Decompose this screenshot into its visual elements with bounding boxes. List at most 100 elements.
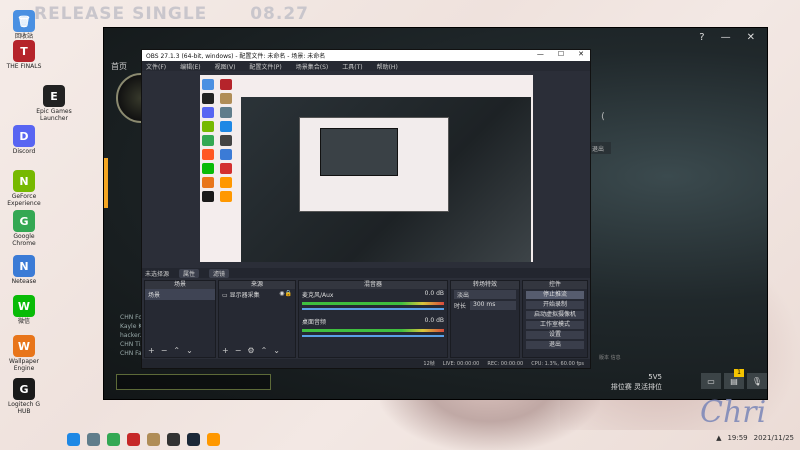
close-icon[interactable]: ✕ bbox=[747, 32, 755, 43]
notification-badge: 1 bbox=[734, 369, 744, 377]
desktop-icon[interactable]: D Discord bbox=[4, 125, 44, 156]
game-icon[interactable] bbox=[127, 433, 140, 446]
app-icon: 🗑 bbox=[13, 10, 35, 32]
transitions-dock: 转场特效 淡出 时长 300 ms bbox=[450, 280, 520, 358]
mixer-channel: 麦克风/Aux 0.0 dB bbox=[299, 289, 447, 300]
network-icon[interactable]: ▲ bbox=[716, 434, 721, 442]
remove-icon[interactable]: − bbox=[161, 346, 168, 355]
windows-start-icon[interactable] bbox=[67, 433, 80, 446]
menu-edit[interactable]: 编辑(E) bbox=[180, 62, 200, 71]
obs-preview-canvas[interactable] bbox=[200, 75, 533, 262]
obs-statusbar: 12帧 LIVE: 00:00:00 REC: 00:00:00 CPU: 1.… bbox=[142, 359, 590, 368]
menu-scene-collection[interactable]: 场景集合(S) bbox=[296, 62, 329, 71]
tray-date[interactable]: 2021/11/25 bbox=[754, 434, 794, 442]
studio-mode-button[interactable]: 工作室模式 bbox=[526, 321, 584, 329]
league-icon[interactable] bbox=[147, 433, 160, 446]
app-icon: G bbox=[13, 210, 35, 232]
add-icon[interactable]: + bbox=[222, 346, 229, 355]
desktop-icon[interactable]: W 微信 bbox=[4, 295, 44, 326]
volume-meter bbox=[302, 329, 444, 332]
desktop-icon[interactable]: G Google Chrome bbox=[4, 210, 44, 247]
up-icon[interactable]: ⌃ bbox=[261, 346, 268, 355]
voice-button[interactable]: 🎙 bbox=[747, 373, 767, 389]
desktop-icon[interactable]: N GeForce Experience bbox=[4, 170, 44, 207]
menu-view[interactable]: 视图(V) bbox=[215, 62, 236, 71]
desktop-icon[interactable]: N Netease bbox=[4, 255, 44, 286]
chat-button[interactable]: ▭ bbox=[701, 373, 721, 389]
desktop-icon[interactable]: T THE FINALS bbox=[4, 40, 44, 71]
transition-type-row: 淡出 bbox=[451, 289, 519, 300]
menu-help[interactable]: 帮助(H) bbox=[377, 62, 398, 71]
minimize-icon[interactable]: — bbox=[537, 50, 544, 58]
scenes-dock: 场景 场景 + − ⌃ ⌄ bbox=[144, 280, 216, 358]
gear-icon[interactable]: ⚙ bbox=[247, 346, 254, 355]
banner-title: RELEASE SINGLE bbox=[34, 4, 208, 24]
filters-button[interactable]: 滤镜 bbox=[209, 268, 230, 278]
source-item[interactable]: ▭ 显示器采集 ◉🔒 bbox=[219, 289, 295, 300]
app-icon[interactable] bbox=[207, 433, 220, 446]
duration-row: 时长 300 ms bbox=[451, 300, 519, 311]
game-footer-text: 版本 信息 bbox=[599, 355, 621, 361]
up-icon[interactable]: ⌃ bbox=[173, 346, 180, 355]
down-icon[interactable]: ⌄ bbox=[186, 346, 193, 355]
down-icon[interactable]: ⌄ bbox=[273, 346, 280, 355]
transition-select[interactable]: 淡出 bbox=[454, 290, 516, 299]
start-recording-button[interactable]: 开始录制 bbox=[526, 301, 584, 309]
maximize-icon[interactable]: ☐ bbox=[558, 50, 564, 58]
volume-slider[interactable] bbox=[302, 308, 444, 310]
remove-icon[interactable]: − bbox=[235, 346, 242, 355]
minimize-icon[interactable]: — bbox=[721, 32, 731, 43]
obs-window[interactable]: OBS 27.1.3 (64-bit, windows) - 配置文件: 未命名… bbox=[141, 49, 591, 369]
app-icon: E bbox=[43, 85, 65, 107]
game-nav-indicator bbox=[104, 158, 108, 208]
desktop-icon[interactable]: 🗑 回收站 bbox=[4, 10, 44, 41]
app-icon: N bbox=[13, 255, 35, 277]
wallpaper-signature: Chri bbox=[700, 395, 767, 430]
search-icon[interactable] bbox=[87, 433, 100, 446]
rec-timer: REC: 00:00:00 bbox=[487, 360, 524, 367]
stop-streaming-button[interactable]: 停止推流 bbox=[526, 291, 584, 299]
obs-icon[interactable] bbox=[167, 433, 180, 446]
obs-source-toolbar: 未选择源 属性 滤镜 bbox=[142, 268, 590, 278]
system-tray: ▲ 19:59 2021/11/25 bbox=[716, 434, 794, 442]
properties-button[interactable]: 属性 bbox=[179, 268, 200, 278]
desktop-icon-label: Logitech G HUB bbox=[7, 401, 41, 415]
preview-nested-inner bbox=[320, 128, 398, 176]
volume-slider[interactable] bbox=[302, 335, 444, 337]
app-icon: W bbox=[13, 335, 35, 357]
dropped-frames: 12帧 bbox=[423, 361, 435, 367]
desktop-icon[interactable]: W Wallpaper Engine bbox=[4, 335, 44, 372]
duration-field[interactable]: 300 ms bbox=[470, 301, 516, 310]
desktop-icon[interactable]: E Epic Games Launcher bbox=[34, 85, 74, 122]
menu-file[interactable]: 文件(F) bbox=[146, 62, 166, 71]
menu-profile[interactable]: 配置文件(P) bbox=[249, 62, 281, 71]
scene-item[interactable]: 场景 bbox=[145, 289, 215, 300]
help-icon[interactable]: ? bbox=[699, 32, 704, 43]
close-icon[interactable]: ✕ bbox=[578, 50, 584, 58]
desktop-icon[interactable]: G Logitech G HUB bbox=[4, 378, 44, 415]
chrome-icon[interactable] bbox=[107, 433, 120, 446]
game-home-tab[interactable]: 首页 bbox=[111, 61, 127, 72]
exit-button[interactable]: 退出 bbox=[526, 341, 584, 349]
volume-meter bbox=[302, 302, 444, 305]
desktop-icon-label: Google Chrome bbox=[12, 233, 36, 247]
source-item-label: 显示器采集 bbox=[229, 292, 260, 299]
virtual-camera-button[interactable]: 启动虚拟摄像机 bbox=[526, 311, 584, 319]
obs-titlebar: OBS 27.1.3 (64-bit, windows) - 配置文件: 未命名… bbox=[142, 50, 590, 61]
mixer-channel-name: 桌面音频 bbox=[302, 319, 327, 326]
steam-icon[interactable] bbox=[187, 433, 200, 446]
share-icon[interactable]: ⟨ bbox=[601, 112, 605, 122]
visibility-icon[interactable]: ◉🔒 bbox=[279, 290, 292, 297]
scenes-dock-controls: + − ⌃ ⌄ bbox=[148, 346, 193, 355]
app-icon: G bbox=[13, 378, 35, 400]
tray-time[interactable]: 19:59 bbox=[727, 434, 747, 442]
obs-menubar: 文件(F) 编辑(E) 视图(V) 配置文件(P) 场景集合(S) 工具(T) … bbox=[142, 61, 590, 71]
desktop-icon-label: Netease bbox=[11, 278, 37, 285]
wallpaper-banner: RELEASE SINGLE 08.27 bbox=[34, 4, 309, 24]
scenes-dock-title: 场景 bbox=[145, 281, 215, 289]
preview-desktop-icons bbox=[202, 79, 234, 202]
chat-input[interactable] bbox=[116, 374, 271, 390]
menu-tools[interactable]: 工具(T) bbox=[342, 62, 362, 71]
add-icon[interactable]: + bbox=[148, 346, 155, 355]
settings-button[interactable]: 设置 bbox=[526, 331, 584, 339]
